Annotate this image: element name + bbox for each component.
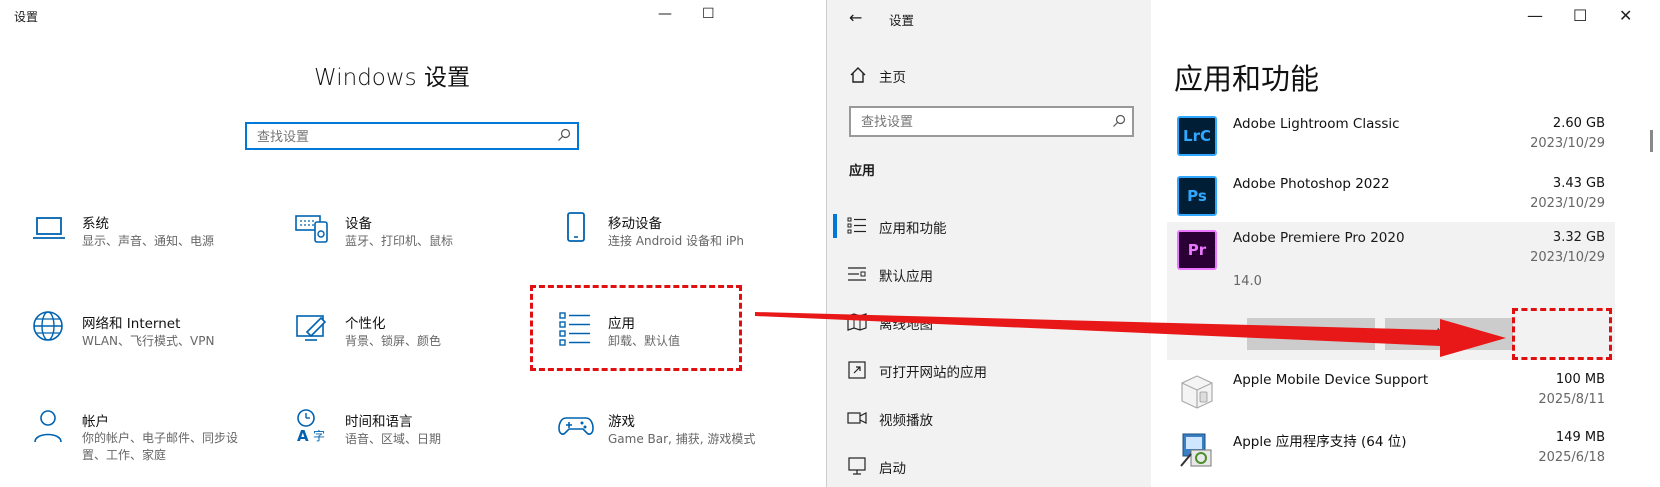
annotation-arrow bbox=[755, 312, 1506, 357]
